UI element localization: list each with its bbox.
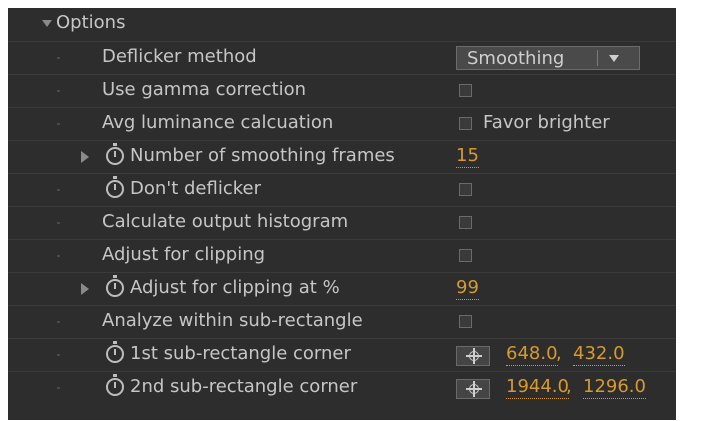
output-histogram-checkbox[interactable] — [459, 216, 472, 229]
stopwatch-icon[interactable] — [106, 176, 124, 198]
dont-deflicker-label: Don't deflicker — [130, 178, 262, 199]
smoothing-frames-value[interactable]: 15 — [456, 145, 479, 168]
gamma-correction-row: Use gamma correction — [8, 74, 676, 107]
indent-tick — [57, 123, 60, 125]
analyze-subrect-label: Analyze within sub-rectangle — [102, 310, 363, 331]
dont-deflicker-checkbox[interactable] — [459, 183, 472, 196]
favor-brighter-checkbox[interactable] — [459, 117, 472, 130]
deflicker-method-value: Smoothing — [467, 48, 565, 69]
output-histogram-label: Calculate output histogram — [102, 211, 349, 232]
avg-luminance-label: Avg luminance calcuation — [102, 112, 334, 133]
adjust-clipping-checkbox[interactable] — [459, 249, 472, 262]
dont-deflicker-row: Don't deflicker — [8, 173, 676, 206]
stopwatch-icon[interactable] — [106, 341, 124, 363]
clipping-percent-value[interactable]: 99 — [456, 277, 479, 300]
adjust-clipping-label: Adjust for clipping — [102, 244, 266, 265]
first-corner-label: 1st sub-rectangle corner — [130, 343, 351, 364]
favor-brighter-label: Favor brighter — [483, 112, 610, 133]
options-section-header[interactable]: Options — [8, 8, 676, 41]
first-corner-row: 1st sub-rectangle corner 648.0 , 432.0 — [8, 338, 676, 371]
first-corner-y-value[interactable]: 432.0 — [573, 343, 625, 366]
first-corner-x-value[interactable]: 648.0 — [506, 343, 558, 366]
analyze-subrect-checkbox[interactable] — [459, 315, 472, 328]
effect-options-panel: Options Deflicker method Smoothing Use g… — [8, 8, 676, 420]
indent-tick — [57, 222, 60, 224]
twirl-right-icon[interactable] — [81, 283, 89, 295]
indent-tick — [57, 57, 60, 59]
output-histogram-row: Calculate output histogram — [8, 206, 676, 239]
deflicker-method-label: Deflicker method — [102, 46, 257, 67]
point-separator: , — [556, 343, 562, 364]
indent-tick — [57, 387, 60, 389]
smoothing-frames-row: Number of smoothing frames 15 — [8, 140, 676, 173]
first-corner-point-button[interactable] — [456, 346, 490, 366]
deflicker-method-row: Deflicker method Smoothing — [8, 41, 676, 74]
second-corner-row: 2nd sub-rectangle corner 1944.0 , 1296.0 — [8, 371, 676, 404]
clipping-percent-label: Adjust for clipping at % — [130, 277, 340, 298]
avg-luminance-row: Avg luminance calcuation Favor brighter — [8, 107, 676, 140]
crosshair-lines — [466, 381, 482, 397]
second-corner-y-value[interactable]: 1296.0 — [583, 376, 646, 399]
indent-tick — [57, 90, 60, 92]
stopwatch-icon[interactable] — [106, 143, 124, 165]
stopwatch-icon[interactable] — [106, 374, 124, 396]
stopwatch-icon[interactable] — [106, 275, 124, 297]
second-corner-label: 2nd sub-rectangle corner — [130, 376, 358, 397]
point-separator: , — [566, 376, 572, 397]
analyze-subrect-row: Analyze within sub-rectangle — [8, 305, 676, 338]
indent-tick — [57, 255, 60, 257]
gamma-correction-label: Use gamma correction — [102, 79, 307, 100]
twirl-down-icon[interactable] — [42, 20, 52, 27]
indent-tick — [57, 354, 60, 356]
gamma-correction-checkbox[interactable] — [459, 84, 472, 97]
clipping-percent-row: Adjust for clipping at % 99 — [8, 272, 676, 305]
smoothing-frames-label: Number of smoothing frames — [130, 145, 395, 166]
options-section-title: Options — [56, 12, 126, 33]
indent-tick — [57, 189, 60, 191]
indent-tick — [57, 321, 60, 323]
second-corner-x-value[interactable]: 1944.0 — [506, 376, 569, 399]
deflicker-method-dropdown[interactable]: Smoothing — [456, 46, 640, 70]
adjust-clipping-row: Adjust for clipping — [8, 239, 676, 272]
crosshair-lines — [466, 348, 482, 364]
chevron-down-icon — [609, 55, 619, 62]
twirl-right-icon[interactable] — [81, 151, 89, 163]
second-corner-point-button[interactable] — [456, 379, 490, 399]
dropdown-separator — [597, 50, 598, 66]
